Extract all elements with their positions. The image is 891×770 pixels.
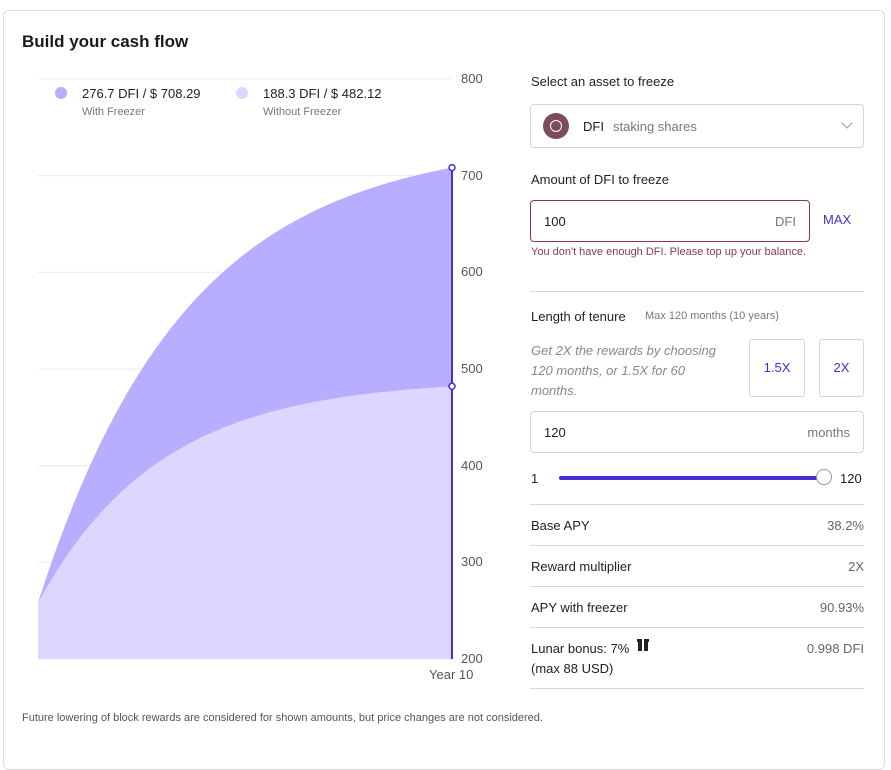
amount-label: Amount of DFI to freeze — [531, 172, 670, 187]
y-tick-label: 600 — [461, 264, 483, 280]
divider — [530, 627, 864, 628]
footnote: Future lowering of block rewards are con… — [22, 712, 543, 724]
legend-label: Without Freezer — [263, 106, 342, 118]
amount-input[interactable]: 100 DFI — [530, 200, 810, 242]
y-tick-label: 800 — [461, 71, 483, 86]
slider-max-label: 120 — [840, 471, 862, 486]
asset-subtitle: staking shares — [613, 119, 697, 134]
chevron-down-icon — [841, 117, 853, 129]
asset-select-label: Select an asset to freeze — [531, 74, 675, 89]
legend-dot-with-freezer — [55, 87, 67, 99]
bonus-sublabel: (max 88 USD) — [531, 661, 614, 676]
stat-value-base-apy: 38.2% — [827, 518, 864, 533]
amount-unit: DFI — [775, 214, 796, 229]
legend-value: 276.7 DFI / $ 708.29 — [82, 86, 201, 101]
divider — [530, 586, 864, 587]
tenure-note: Max 120 months (10 years) — [645, 310, 779, 322]
tenure-value: 120 — [544, 425, 566, 440]
tenure-unit: months — [807, 425, 850, 440]
stat-label-multiplier: Reward multiplier — [531, 559, 632, 574]
gift-icon — [637, 639, 649, 651]
multiplier-2x-button[interactable]: 2X — [819, 339, 864, 397]
stat-value-apy-freezer: 90.93% — [819, 600, 864, 615]
divider — [530, 504, 864, 505]
multiplier-1.5x-button[interactable]: 1.5X — [749, 339, 805, 397]
divider — [530, 291, 864, 292]
divider — [530, 545, 864, 546]
y-tick-label: 200 — [461, 651, 483, 666]
legend-dot-without-freezer — [236, 87, 248, 99]
y-tick-label: 700 — [461, 167, 483, 183]
divider — [530, 688, 864, 689]
stat-label-apy-freezer: APY with freezer — [531, 600, 628, 615]
tenure-input[interactable]: 120 months — [530, 411, 864, 453]
y-tick-label: 300 — [461, 554, 483, 570]
asset-select[interactable]: DFI staking shares — [530, 104, 864, 148]
slider-min-label: 1 — [531, 471, 539, 486]
legend-label: With Freezer — [82, 106, 145, 118]
dfi-coin-icon — [543, 113, 569, 139]
y-tick-label: 500 — [461, 361, 483, 376]
tenure-hint: Get 2X the rewards by choosing 120 month… — [531, 343, 716, 398]
x-axis-label-end: Year 10 — [429, 667, 474, 682]
max-button[interactable]: MAX — [823, 212, 851, 227]
stat-label-base-apy: Base APY — [531, 518, 590, 533]
bonus-label: Lunar bonus: 7% — [531, 641, 630, 656]
page-title: Build your cash flow — [22, 32, 189, 51]
tenure-label: Length of tenure — [531, 309, 626, 324]
amount-value: 100 — [544, 214, 566, 229]
bonus-value: 0.998 DFI — [806, 641, 864, 656]
asset-symbol: DFI — [583, 119, 604, 134]
tenure-slider-thumb[interactable] — [816, 469, 832, 485]
stat-value-multiplier: 2X — [848, 559, 864, 574]
amount-error: You don't have enough DFI. Please top up… — [531, 246, 807, 258]
legend-value: 188.3 DFI / $ 482.12 — [263, 86, 382, 101]
y-tick-label: 400 — [461, 457, 483, 473]
tenure-slider-track[interactable] — [559, 476, 827, 480]
